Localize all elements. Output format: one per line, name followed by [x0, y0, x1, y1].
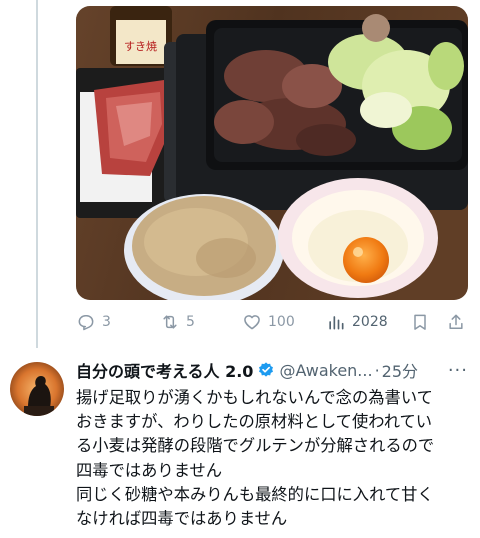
reply-icon	[76, 312, 96, 332]
tweet-text-line: る小麦は発酵の段階でグルテンが分解されるので	[76, 436, 435, 456]
reply-count: 3	[102, 314, 111, 330]
share-button[interactable]	[446, 308, 466, 336]
display-name[interactable]: 自分の頭で考える人 2.0	[76, 358, 253, 382]
more-options-icon[interactable]: ···	[448, 360, 468, 381]
views-button[interactable]: 2028	[326, 308, 388, 336]
tweet-text-line: 揚げ足取りが湧くかもしれないんで念の為書いて	[76, 388, 433, 407]
like-button[interactable]: 100	[242, 308, 295, 336]
user-handle[interactable]: @Awaken...	[279, 361, 372, 380]
tweet-text-line: 同じく砂糖や本みりんも最終的に口に入れて甘く	[76, 484, 434, 504]
sukiyaki-meal-image: すき焼	[76, 6, 468, 300]
tweet-text-line: 四毒ではありません	[76, 460, 223, 480]
share-icon	[446, 312, 466, 332]
tweet-photo[interactable]: すき焼	[76, 6, 468, 300]
retweet-count: 5	[186, 314, 195, 330]
separator-dot: ·	[374, 360, 380, 380]
bookmark-icon	[410, 312, 430, 332]
retweet-button[interactable]: 5	[160, 308, 195, 336]
like-count: 100	[268, 314, 295, 330]
avatar[interactable]	[10, 362, 64, 416]
verified-badge-icon	[257, 361, 275, 379]
tweet-text-line: なければ四毒ではありません	[76, 509, 288, 529]
bottle-label: すき焼	[124, 40, 157, 53]
bookmark-button[interactable]	[410, 308, 430, 336]
tweet-actions-bar: 3 5 100 2028	[76, 308, 468, 336]
reply-button[interactable]: 3	[76, 308, 111, 336]
thread-line	[36, 0, 38, 348]
reply-tweet[interactable]: 自分の頭で考える人 2.0 @Awaken... · 25分 ··· 揚げ足取り…	[76, 356, 474, 531]
analytics-icon	[326, 312, 346, 332]
heart-icon	[242, 312, 262, 332]
view-count: 2028	[352, 314, 388, 330]
thinker-statue-avatar-image	[10, 362, 64, 416]
tweet-header: 自分の頭で考える人 2.0 @Awaken... · 25分	[76, 356, 474, 384]
retweet-icon	[160, 312, 180, 332]
timestamp[interactable]: 25分	[382, 358, 418, 382]
tweet-text: 揚げ足取りが湧くかもしれないんで念の為書いて おきますが、わりしたの原材料として…	[76, 386, 474, 531]
tweet-text-line: おきますが、わりしたの原材料として使われてい	[76, 412, 433, 432]
